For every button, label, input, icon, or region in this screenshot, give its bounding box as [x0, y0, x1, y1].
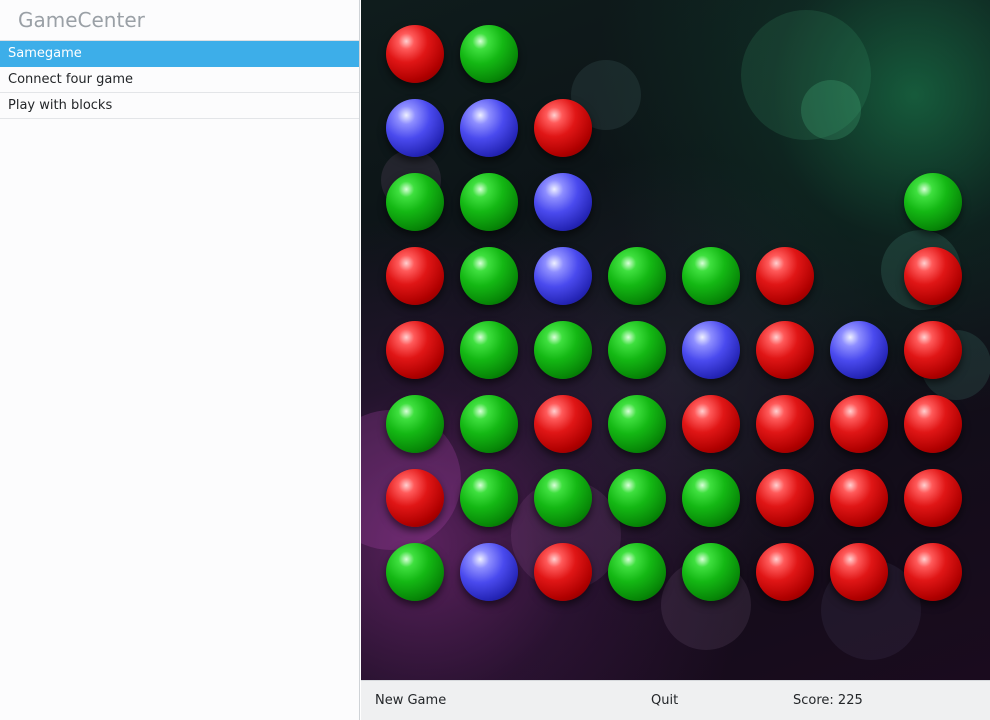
- ball-red[interactable]: [386, 321, 444, 379]
- ball-green[interactable]: [682, 469, 740, 527]
- ball-red[interactable]: [904, 395, 962, 453]
- ball-green[interactable]: [608, 469, 666, 527]
- ball-green[interactable]: [460, 173, 518, 231]
- ball-red[interactable]: [386, 469, 444, 527]
- ball-red[interactable]: [534, 395, 592, 453]
- ball-red[interactable]: [534, 99, 592, 157]
- bokeh-decoration: [741, 10, 871, 140]
- ball-green[interactable]: [460, 469, 518, 527]
- ball-blue[interactable]: [682, 321, 740, 379]
- ball-blue[interactable]: [534, 247, 592, 305]
- ball-blue[interactable]: [460, 99, 518, 157]
- ball-blue[interactable]: [386, 99, 444, 157]
- ball-red[interactable]: [904, 321, 962, 379]
- ball-red[interactable]: [756, 247, 814, 305]
- quit-button[interactable]: Quit: [651, 681, 678, 720]
- sidebar-item-connect-four[interactable]: Connect four game: [0, 67, 359, 93]
- ball-green[interactable]: [460, 321, 518, 379]
- sidebar-item-play-with-blocks[interactable]: Play with blocks: [0, 93, 359, 119]
- ball-red[interactable]: [386, 25, 444, 83]
- status-bar: New Game Quit Score: 225: [361, 680, 990, 720]
- ball-green[interactable]: [608, 543, 666, 601]
- ball-red[interactable]: [756, 469, 814, 527]
- ball-red[interactable]: [756, 543, 814, 601]
- ball-green[interactable]: [460, 247, 518, 305]
- game-board: [361, 0, 990, 680]
- ball-red[interactable]: [830, 469, 888, 527]
- sidebar: GameCenter Samegame Connect four game Pl…: [0, 0, 360, 720]
- app-title: GameCenter: [0, 0, 359, 41]
- ball-red[interactable]: [830, 395, 888, 453]
- ball-green[interactable]: [682, 543, 740, 601]
- ball-green[interactable]: [534, 321, 592, 379]
- ball-red[interactable]: [830, 543, 888, 601]
- ball-red[interactable]: [682, 395, 740, 453]
- ball-green[interactable]: [534, 469, 592, 527]
- score-label: Score: 225: [793, 693, 863, 708]
- new-game-button[interactable]: New Game: [375, 681, 446, 720]
- bokeh-decoration: [801, 80, 861, 140]
- ball-red[interactable]: [386, 247, 444, 305]
- ball-green[interactable]: [904, 173, 962, 231]
- ball-red[interactable]: [756, 395, 814, 453]
- ball-green[interactable]: [608, 395, 666, 453]
- ball-red[interactable]: [904, 543, 962, 601]
- ball-blue[interactable]: [830, 321, 888, 379]
- ball-red[interactable]: [904, 469, 962, 527]
- ball-green[interactable]: [682, 247, 740, 305]
- ball-green[interactable]: [608, 321, 666, 379]
- ball-red[interactable]: [756, 321, 814, 379]
- sidebar-item-samegame[interactable]: Samegame: [0, 41, 359, 67]
- ball-green[interactable]: [460, 395, 518, 453]
- ball-green[interactable]: [460, 25, 518, 83]
- ball-blue[interactable]: [460, 543, 518, 601]
- ball-green[interactable]: [608, 247, 666, 305]
- ball-green[interactable]: [386, 395, 444, 453]
- ball-red[interactable]: [534, 543, 592, 601]
- ball-blue[interactable]: [534, 173, 592, 231]
- ball-green[interactable]: [386, 543, 444, 601]
- ball-red[interactable]: [904, 247, 962, 305]
- ball-green[interactable]: [386, 173, 444, 231]
